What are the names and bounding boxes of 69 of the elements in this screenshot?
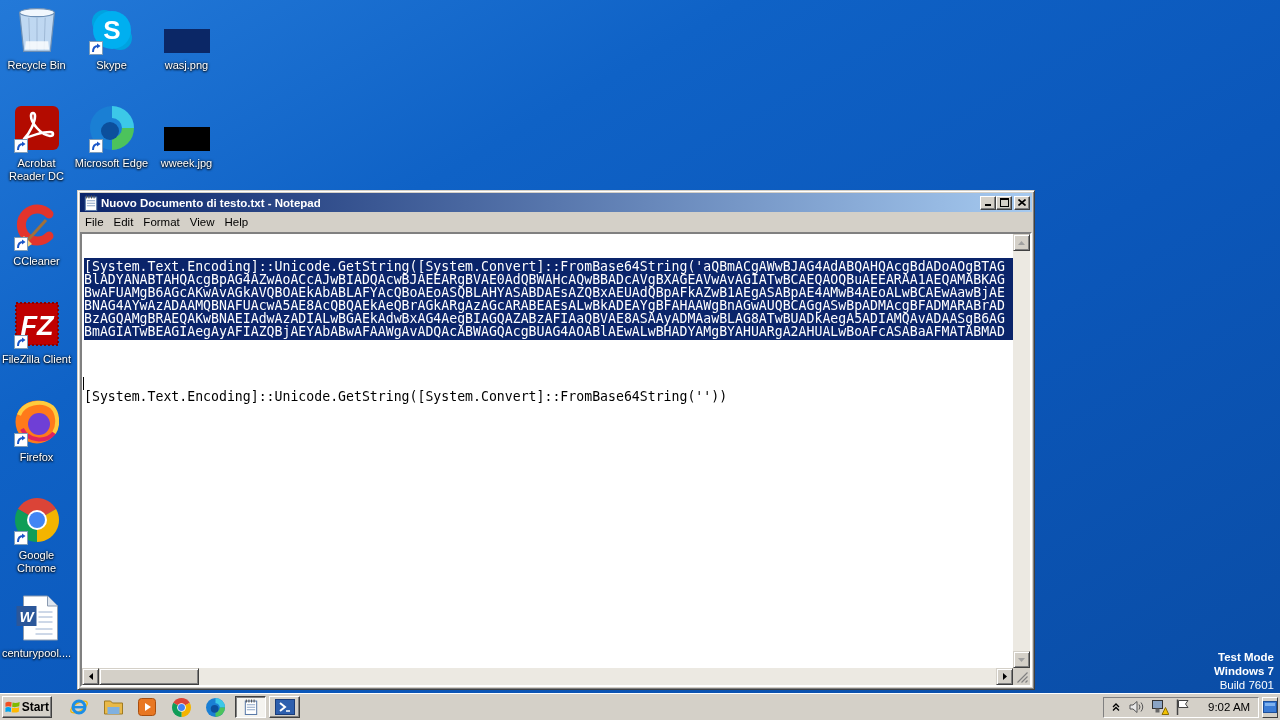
desktop-icon-label[interactable]: CCleaner bbox=[13, 255, 60, 268]
maximize-button[interactable] bbox=[996, 195, 1012, 210]
scroll-left-button[interactable] bbox=[82, 668, 99, 685]
desktop-preview-icon bbox=[1263, 701, 1277, 713]
minimize-icon bbox=[985, 203, 991, 206]
folder-icon[interactable] bbox=[103, 699, 123, 715]
desktop-icon-label[interactable]: Acrobat Reader DC bbox=[0, 157, 74, 183]
notepad-icon bbox=[243, 699, 258, 715]
trash-bin-icon[interactable] bbox=[16, 7, 57, 53]
system-notice-text: Build 7601 bbox=[1218, 678, 1274, 692]
menu-item[interactable]: View bbox=[184, 214, 220, 229]
scroll-right-button[interactable] bbox=[996, 668, 1013, 685]
close-button[interactable] bbox=[1014, 195, 1030, 210]
terminal-icon bbox=[274, 699, 295, 715]
system-notice-text: Test Mode bbox=[1217, 650, 1274, 664]
window-title: Nuovo Documento di testo.txt - Notepad bbox=[101, 196, 322, 209]
fz-logo-icon[interactable]: FZ bbox=[14, 302, 59, 346]
minimize-button[interactable] bbox=[980, 195, 996, 210]
swirl-tile-icon[interactable] bbox=[14, 106, 59, 150]
speaker-icon[interactable] bbox=[1129, 700, 1145, 714]
chevron-up-icon[interactable] bbox=[1112, 703, 1120, 711]
system-notice-text: Windows 7 bbox=[1214, 664, 1274, 678]
menu-item[interactable]: Help bbox=[219, 214, 254, 229]
ring-logo-icon[interactable] bbox=[205, 697, 225, 717]
scroll-up-button[interactable] bbox=[1013, 234, 1030, 251]
desktop-icon-label[interactable]: Skype bbox=[96, 59, 127, 72]
show-desktop-button[interactable] bbox=[1262, 696, 1278, 718]
circle-logo-icon[interactable] bbox=[14, 498, 59, 542]
start-button[interactable]: Start bbox=[2, 696, 52, 718]
text-cursor bbox=[83, 377, 84, 390]
taskbar-button[interactable] bbox=[235, 696, 266, 718]
logo-letter: S bbox=[102, 15, 121, 45]
menu-item[interactable]: Format bbox=[138, 214, 185, 229]
menu-item[interactable]: File bbox=[80, 214, 109, 229]
desktop-icon-label[interactable]: Microsoft Edge bbox=[74, 157, 149, 170]
desktop-icon-label[interactable]: wweek.jpg bbox=[160, 157, 213, 170]
desktop-icon-label[interactable]: wasj.png bbox=[164, 59, 209, 72]
desktop-icon-label[interactable]: Recycle Bin bbox=[7, 59, 66, 72]
flag-icon[interactable] bbox=[1176, 699, 1189, 715]
desktop-icon-label[interactable]: Firefox bbox=[19, 451, 54, 464]
horizontal-scrollbar[interactable] bbox=[82, 668, 1013, 685]
logo-letter: W bbox=[18, 608, 34, 625]
text-line: [System.Text.Encoding]::Unicode.GetString([System.Convert]::FromBase64String('')) bbox=[84, 390, 728, 403]
close-icon bbox=[1018, 199, 1026, 206]
right-arrow-icon bbox=[1002, 673, 1007, 680]
vertical-scrollbar[interactable] bbox=[1013, 234, 1030, 668]
orb-logo-icon[interactable] bbox=[14, 400, 59, 444]
down-arrow-icon bbox=[1018, 657, 1025, 662]
text-area-field[interactable] bbox=[82, 234, 1013, 668]
desktop-icon-label[interactable]: FileZilla Client bbox=[1, 353, 72, 366]
image-thumbnail[interactable] bbox=[163, 127, 210, 151]
ring-logo-icon[interactable] bbox=[89, 106, 134, 150]
desktop-icon-label[interactable]: centurypool.... bbox=[1, 647, 72, 660]
notepad-icon bbox=[84, 194, 98, 211]
desktop-icon-label[interactable]: Google Chrome bbox=[0, 549, 74, 575]
windows-flag-icon bbox=[5, 700, 20, 714]
scroll-down-button[interactable] bbox=[1013, 651, 1030, 668]
resize-grip-icon[interactable] bbox=[1017, 672, 1028, 683]
maximize-icon bbox=[999, 198, 1009, 207]
clock[interactable]: 9:02 AM bbox=[1208, 701, 1251, 713]
up-arrow-icon bbox=[1018, 240, 1025, 245]
play-icon[interactable] bbox=[138, 698, 156, 716]
circle-logo-icon[interactable] bbox=[171, 697, 191, 717]
left-arrow-icon bbox=[88, 673, 93, 680]
logo-letters: FZ bbox=[20, 311, 53, 341]
menu-item[interactable]: Edit bbox=[108, 214, 139, 229]
scrollbar-thumb[interactable] bbox=[99, 668, 199, 685]
image-thumbnail[interactable] bbox=[163, 29, 210, 53]
network-warning-icon[interactable] bbox=[1151, 699, 1169, 715]
